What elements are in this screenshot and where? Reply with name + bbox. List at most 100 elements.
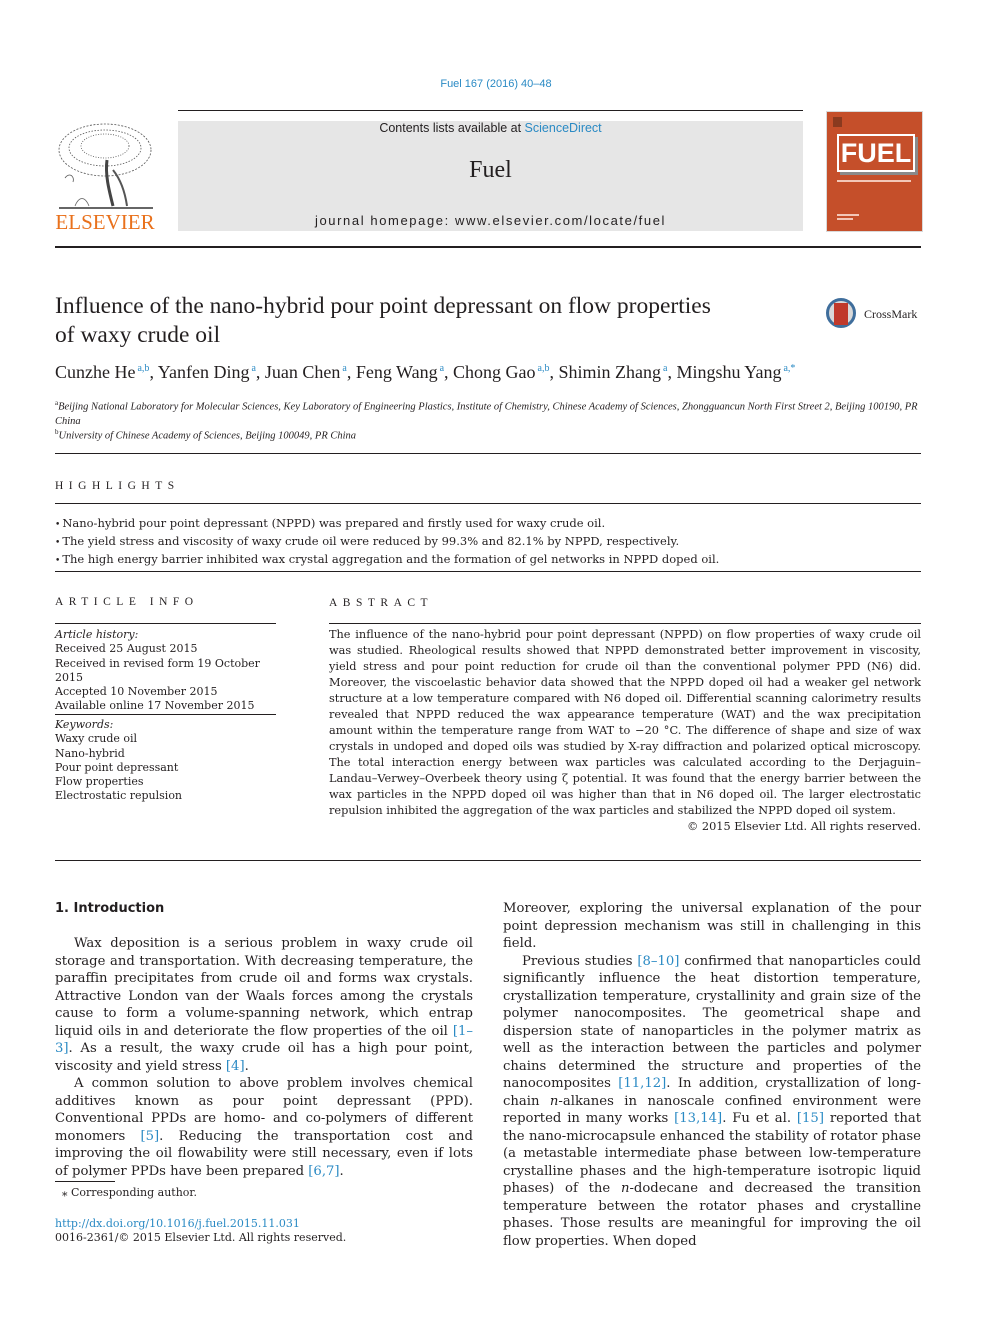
cover-detail — [837, 218, 853, 220]
crossmark-ribbon-icon — [834, 303, 848, 325]
journal-banner: Contents lists available at ScienceDirec… — [178, 121, 803, 231]
journal-homepage[interactable]: journal homepage: www.elsevier.com/locat… — [178, 213, 803, 228]
text-run: . — [244, 1058, 249, 1074]
affiliation-mark[interactable]: a,* — [783, 363, 795, 374]
title-line-2: of waxy crude oil — [55, 322, 221, 348]
contents-line: Contents lists available at ScienceDirec… — [178, 121, 803, 135]
highlights-list: Nano-hybrid pour point depressant (NPPD)… — [55, 515, 921, 569]
highlight-item: The yield stress and viscosity of waxy c… — [55, 533, 921, 551]
text-run: Wax deposition is a serious problem in w… — [55, 936, 473, 1039]
header-bottom-rule — [55, 246, 921, 248]
article-info-rule — [55, 623, 276, 624]
keyword[interactable]: Waxy crude oil — [55, 732, 276, 746]
journal-name: Fuel — [469, 157, 512, 183]
abstract-heading: ABSTRACT — [329, 597, 434, 609]
cover-detail — [837, 214, 859, 216]
citation-link[interactable]: [11,12] — [618, 1076, 666, 1091]
article-history: Article history: Received 25 August 2015… — [55, 628, 276, 714]
author[interactable]: Yanfen Ding a — [158, 362, 256, 382]
header-rule — [178, 110, 803, 111]
cover-subtitle — [837, 180, 911, 182]
affiliation-mark[interactable]: a,b — [137, 363, 149, 374]
contents-prefix: Contents lists available at — [379, 121, 525, 135]
highlight-item: Nano-hybrid pour point depressant (NPPD)… — [55, 515, 921, 533]
keyword[interactable]: Pour point depressant — [55, 761, 276, 775]
sciencedirect-link[interactable]: ScienceDirect — [525, 121, 602, 135]
keywords-label: Keywords: — [55, 718, 114, 731]
author[interactable]: Feng Wang a — [356, 362, 444, 382]
affiliation-text: Beijing National Laboratory for Molecula… — [55, 401, 918, 427]
text-run: . As a result, the waxy crude oil has a … — [55, 1041, 473, 1074]
elsevier-wordmark: ELSEVIER — [55, 210, 155, 234]
author-name: Shimin Zhang — [558, 362, 661, 382]
keyword[interactable]: Flow properties — [55, 775, 276, 789]
crossmark-button[interactable]: CrossMark — [826, 298, 926, 334]
highlights-rule — [55, 503, 921, 504]
keyword[interactable]: Nano-hybrid — [55, 747, 276, 761]
citation-link[interactable]: [4] — [226, 1059, 245, 1074]
author[interactable]: Chong Gao a,b — [453, 362, 549, 382]
cover-title: FUEL — [837, 134, 915, 172]
crossmark-label: CrossMark — [864, 307, 918, 321]
text-run: confirmed that nanoparticles could signi… — [503, 953, 921, 1092]
article-info-heading: ARTICLE INFO — [55, 596, 199, 608]
cover-badge — [833, 117, 842, 127]
separator: , — [149, 362, 158, 382]
history-entry: Received in revised form 19 October 2015 — [55, 656, 260, 684]
intro-right-column: Moreover, exploring the universal explan… — [503, 900, 921, 1250]
text-run: Moreover, exploring the universal explan… — [503, 901, 921, 951]
text-run: . — [339, 1163, 344, 1179]
paragraph: Moreover, exploring the universal explan… — [503, 900, 921, 953]
issn-copyright: 0016-2361/© 2015 Elsevier Ltd. All right… — [55, 1231, 347, 1244]
journal-cover-thumbnail[interactable]: FUEL — [826, 111, 923, 232]
paragraph: A common solution to above problem invol… — [55, 1075, 473, 1180]
author-name: Juan Chen — [264, 362, 341, 382]
citation-link[interactable]: [13,14] — [674, 1111, 722, 1126]
elsevier-tree-icon — [58, 123, 153, 209]
introduction-heading: 1. Introduction — [55, 901, 165, 916]
affiliation-a: aBeijing National Laboratory for Molecul… — [55, 396, 925, 429]
journal-citation[interactable]: Fuel 167 (2016) 40–48 — [0, 78, 992, 90]
author[interactable]: Cunzhe He a,b — [55, 362, 149, 382]
highlights-heading: HIGHLIGHTS — [55, 480, 180, 492]
citation-link[interactable]: [6,7] — [308, 1164, 339, 1179]
citation-link[interactable]: [8–10] — [637, 954, 679, 969]
abstract-rule — [329, 623, 921, 624]
citation-link[interactable]: [5] — [140, 1129, 159, 1144]
history-entry: Available online 17 November 2015 — [55, 699, 255, 713]
citation-link[interactable]: [15] — [797, 1111, 824, 1126]
history-entry: Accepted 10 November 2015 — [55, 685, 218, 699]
author[interactable]: Mingshu Yang a,* — [676, 362, 795, 382]
author[interactable]: Juan Chen a — [265, 362, 347, 382]
author-name: Yanfen Ding — [157, 362, 250, 382]
section-rule — [55, 860, 921, 861]
text-run: . Fu et al. — [722, 1111, 797, 1126]
author-name: Cunzhe He — [55, 362, 136, 382]
intro-left-column: Wax deposition is a serious problem in w… — [55, 935, 473, 1180]
separator: , — [346, 362, 356, 382]
separator: , — [255, 362, 265, 382]
author[interactable]: Shimin Zhang a — [558, 362, 667, 382]
paragraph: Wax deposition is a serious problem in w… — [55, 935, 473, 1075]
article-history-label: Article history: — [55, 628, 139, 641]
keywords: Keywords: Waxy crude oil Nano-hybrid Pou… — [55, 718, 276, 804]
affiliation-text: University of Chinese Academy of Science… — [58, 430, 357, 442]
elsevier-logo[interactable]: ELSEVIER — [55, 120, 155, 235]
author-name: Chong Gao — [453, 362, 536, 382]
paragraph: Previous studies [8–10] confirmed that n… — [503, 953, 921, 1251]
affiliation-mark[interactable]: a,b — [538, 363, 550, 374]
doi-link[interactable]: http://dx.doi.org/10.1016/j.fuel.2015.11… — [55, 1217, 300, 1231]
keyword[interactable]: Electrostatic repulsion — [55, 789, 276, 803]
abstract-text: The influence of the nano-hybrid pour po… — [329, 628, 921, 817]
keywords-rule — [55, 714, 276, 715]
text-run: Previous studies — [522, 953, 638, 969]
abstract-copyright: © 2015 Elsevier Ltd. All rights reserved… — [687, 820, 921, 833]
affiliation-b: bUniversity of Chinese Academy of Scienc… — [55, 425, 925, 444]
history-entry: Received 25 August 2015 — [55, 642, 198, 656]
section-rule — [55, 453, 921, 454]
article-title: Influence of the nano-hybrid pour point … — [55, 292, 815, 350]
title-line-1: Influence of the nano-hybrid pour point … — [55, 293, 711, 319]
section-rule — [55, 571, 921, 572]
author-list: Cunzhe He a,b, Yanfen Ding a, Juan Chen a, … — [55, 362, 925, 383]
footnote-rule — [55, 1181, 115, 1182]
